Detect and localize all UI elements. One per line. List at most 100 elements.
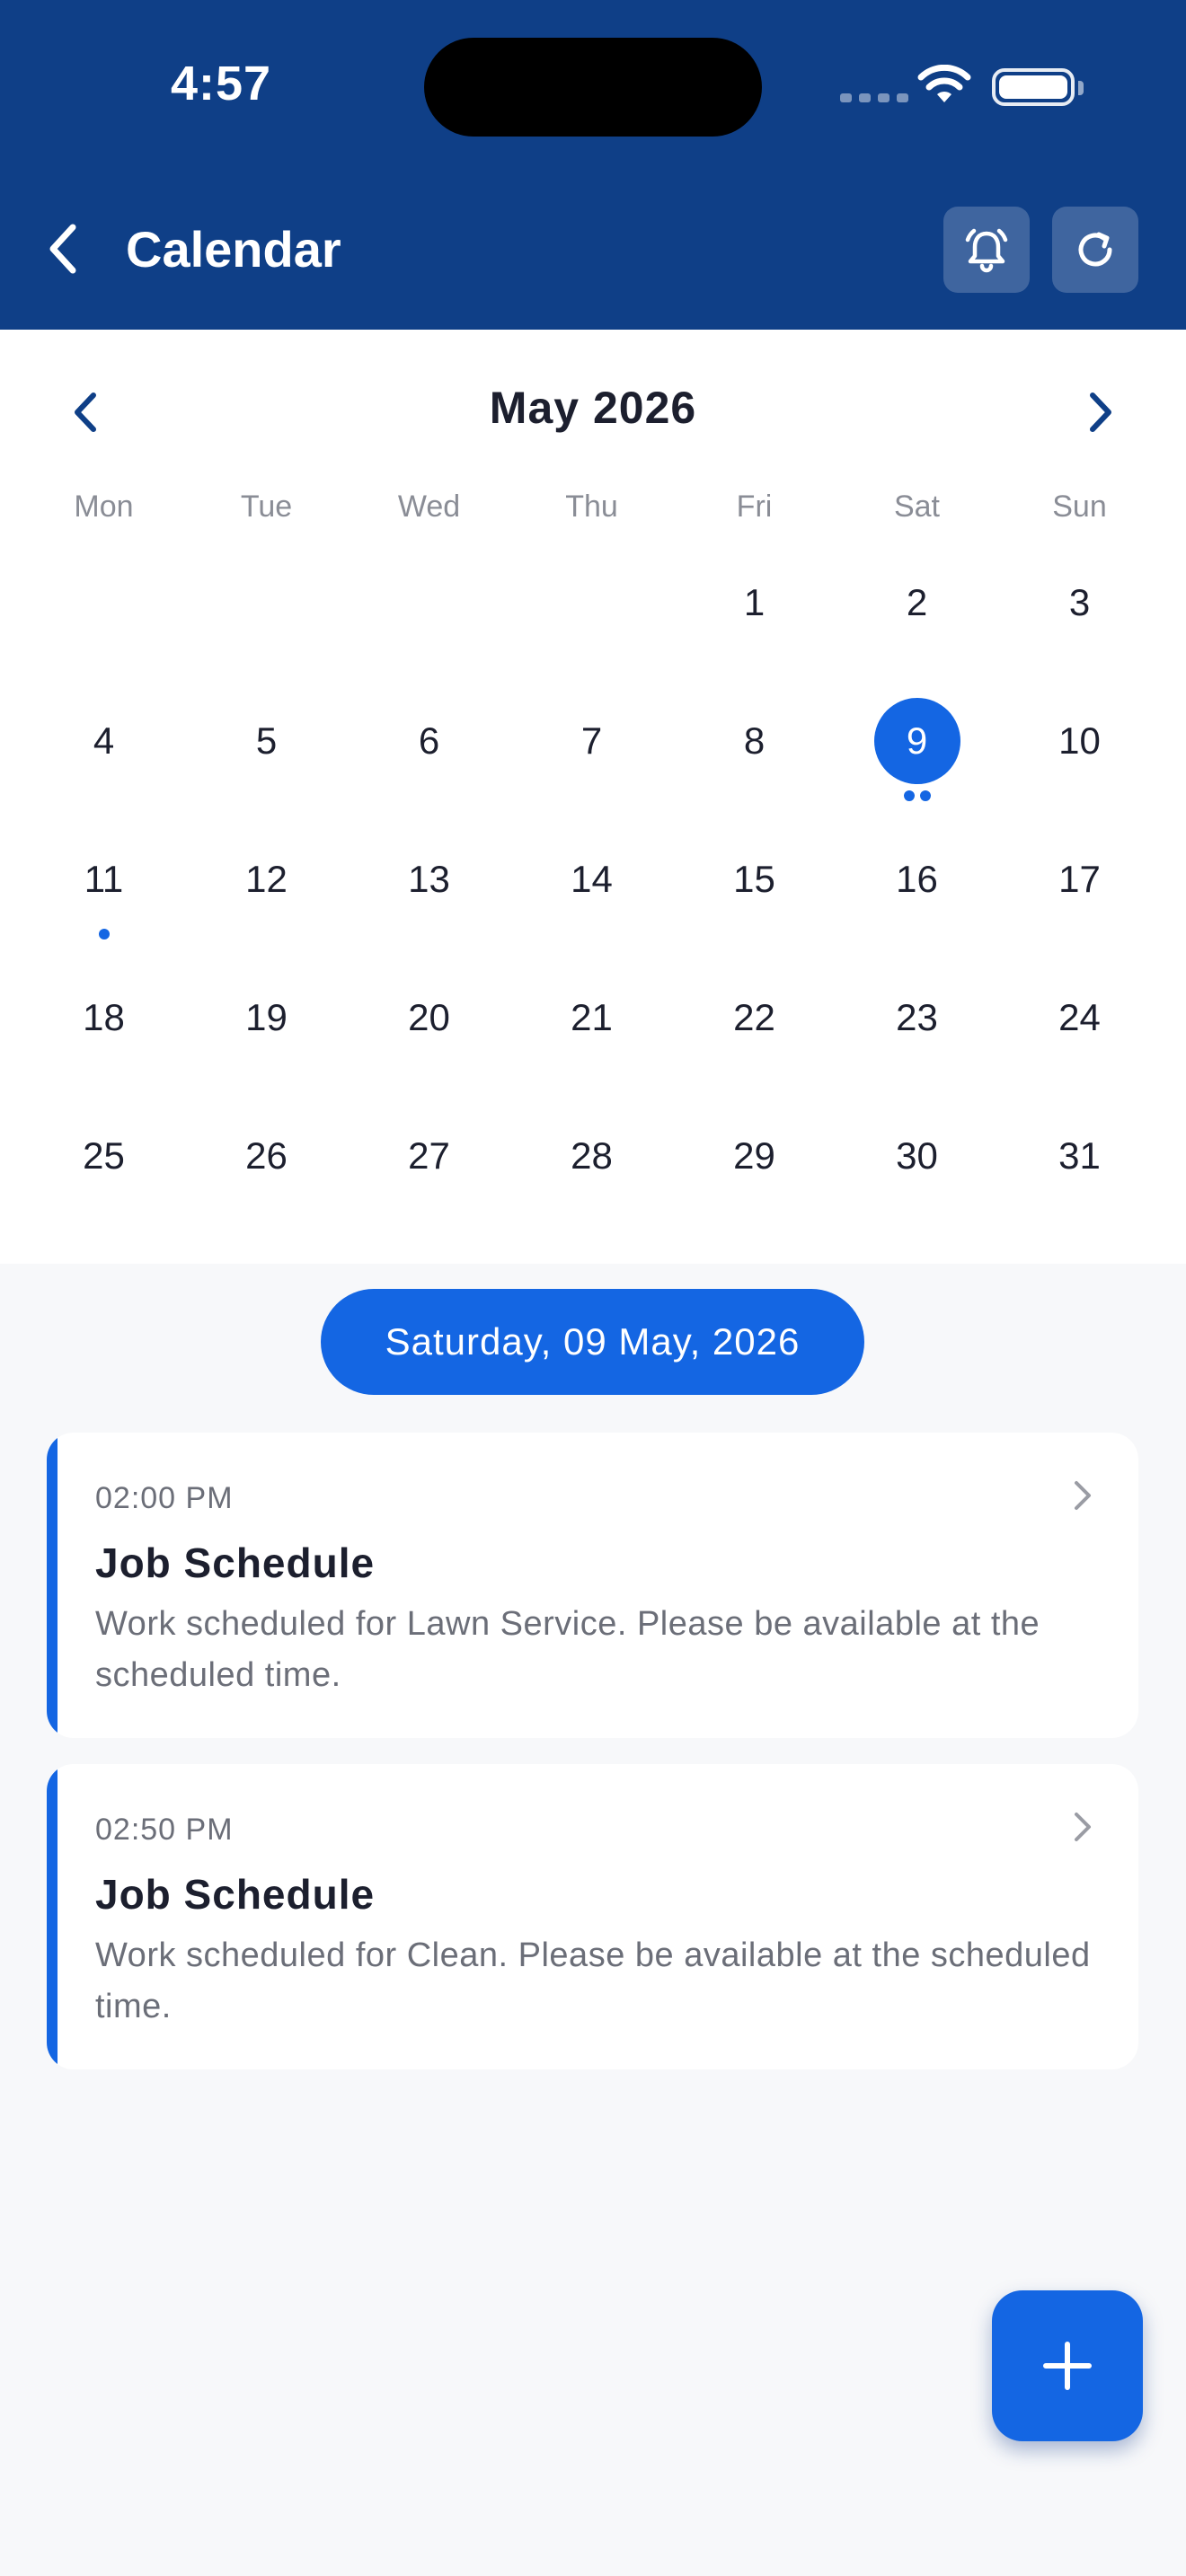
chevron-right-icon: [1075, 1813, 1091, 1841]
day-cell-selected[interactable]: 9: [836, 685, 998, 824]
day-cell[interactable]: 25: [22, 1100, 185, 1239]
day-number: 24: [1058, 996, 1101, 1038]
day-number: 7: [580, 719, 603, 762]
add-event-button[interactable]: [992, 2290, 1143, 2441]
day-number: 31: [1058, 1134, 1101, 1177]
day-cell[interactable]: 3: [998, 547, 1161, 685]
event-indicator: [836, 790, 998, 801]
day-number: 2: [906, 581, 928, 623]
calendar-panel: May 2026 Mon Tue Wed Thu Fri Sat Sun 123…: [0, 330, 1186, 1264]
selected-date-badge: Saturday, 09 May, 2026: [321, 1289, 864, 1395]
day-cell[interactable]: 4: [22, 685, 185, 824]
day-cell[interactable]: 27: [348, 1100, 510, 1239]
day-cell[interactable]: 22: [673, 962, 836, 1100]
event-description: Work scheduled for Lawn Service. Please …: [95, 1605, 1040, 1694]
back-button[interactable]: [36, 220, 90, 278]
day-number: 16: [896, 858, 938, 900]
day-cell[interactable]: 5: [185, 685, 348, 824]
empty-day-cell: [510, 547, 673, 685]
day-number: 8: [743, 719, 766, 762]
event-accent-bar: [47, 1764, 58, 2069]
day-cell[interactable]: 23: [836, 962, 998, 1100]
weekday-header: Mon Tue Wed Thu Fri Sat Sun: [22, 490, 1164, 525]
weekday-label: Tue: [240, 490, 293, 524]
day-number: 23: [896, 996, 938, 1038]
day-number: 20: [408, 996, 450, 1038]
next-month-button[interactable]: [1065, 376, 1137, 448]
day-cell[interactable]: 15: [673, 824, 836, 962]
weekday-label: Mon: [74, 490, 134, 524]
day-number: 6: [418, 719, 440, 762]
day-number: 1: [743, 581, 766, 623]
day-number: 14: [571, 858, 613, 900]
day-cell[interactable]: 13: [348, 824, 510, 962]
day-number: 4: [93, 719, 115, 762]
day-cell[interactable]: 20: [348, 962, 510, 1100]
refresh-button[interactable]: [1052, 207, 1138, 293]
day-number: 13: [408, 858, 450, 900]
month-label: May 2026: [489, 383, 697, 433]
day-cell[interactable]: 30: [836, 1100, 998, 1239]
day-cell[interactable]: 2: [836, 547, 998, 685]
day-number: 19: [245, 996, 288, 1038]
wifi-icon: [917, 65, 971, 102]
day-cell[interactable]: 7: [510, 685, 673, 824]
day-number: 25: [83, 1134, 125, 1177]
day-cell[interactable]: 18: [22, 962, 185, 1100]
event-indicator: [22, 929, 185, 940]
day-number: 22: [733, 996, 775, 1038]
day-number: 17: [1058, 858, 1101, 900]
day-cell[interactable]: 16: [836, 824, 998, 962]
weekday-label: Wed: [397, 490, 461, 524]
event-accent-bar: [47, 1433, 58, 1738]
day-cell[interactable]: 24: [998, 962, 1161, 1100]
day-number: 3: [1068, 581, 1091, 623]
event-time: 02:00 PM: [95, 1481, 234, 1515]
page-title: Calendar: [126, 221, 341, 278]
day-cell[interactable]: 31: [998, 1100, 1161, 1239]
day-cell[interactable]: 26: [185, 1100, 348, 1239]
event-dot: [98, 929, 110, 940]
event-dot: [903, 790, 915, 801]
plus-icon: [1043, 2342, 1092, 2390]
event-dot: [919, 790, 931, 801]
event-card[interactable]: 02:50 PM Job Schedule Work scheduled for…: [47, 1764, 1138, 2069]
cellular-signal-icon: [840, 93, 908, 102]
status-time: 4:57: [171, 57, 272, 110]
alarm-button[interactable]: [943, 207, 1030, 293]
day-number: 26: [245, 1134, 288, 1177]
day-cell[interactable]: 6: [348, 685, 510, 824]
refresh-icon: [1078, 232, 1112, 267]
day-number: 28: [571, 1134, 613, 1177]
day-number: 10: [1058, 719, 1101, 762]
day-cell[interactable]: 14: [510, 824, 673, 962]
day-grid: 1 2 3 4 5 6 7 8 9 10 11 12 13 14 15 16 17 18 19 20 21 22 23 24 2…: [22, 547, 1164, 1239]
day-number: 12: [245, 858, 288, 900]
day-number: 11: [84, 858, 124, 900]
event-title: Job Schedule: [95, 1871, 376, 1918]
day-number: 30: [896, 1134, 938, 1177]
day-cell[interactable]: 29: [673, 1100, 836, 1239]
battery-icon: [992, 68, 1084, 106]
day-cell[interactable]: 17: [998, 824, 1161, 962]
weekday-label: Sun: [1052, 490, 1107, 524]
day-cell[interactable]: 19: [185, 962, 348, 1100]
day-number: 18: [83, 996, 125, 1038]
empty-day-cell: [22, 547, 185, 685]
day-cell[interactable]: 11: [22, 824, 185, 962]
chevron-left-icon: [49, 224, 76, 274]
event-title: Job Schedule: [95, 1539, 376, 1586]
event-card[interactable]: 02:00 PM Job Schedule Work scheduled for…: [47, 1433, 1138, 1738]
day-cell[interactable]: 8: [673, 685, 836, 824]
day-cell[interactable]: 21: [510, 962, 673, 1100]
day-cell[interactable]: 1: [673, 547, 836, 685]
day-cell[interactable]: 10: [998, 685, 1161, 824]
weekday-label: Fri: [736, 490, 773, 524]
weekday-label: Sat: [893, 490, 941, 524]
day-number: 9: [873, 698, 960, 784]
weekday-label: Thu: [565, 490, 618, 524]
day-cell[interactable]: 12: [185, 824, 348, 962]
event-description: Work scheduled for Clean. Please be avai…: [95, 1936, 1091, 2025]
dynamic-island: [424, 38, 762, 137]
day-cell[interactable]: 28: [510, 1100, 673, 1239]
